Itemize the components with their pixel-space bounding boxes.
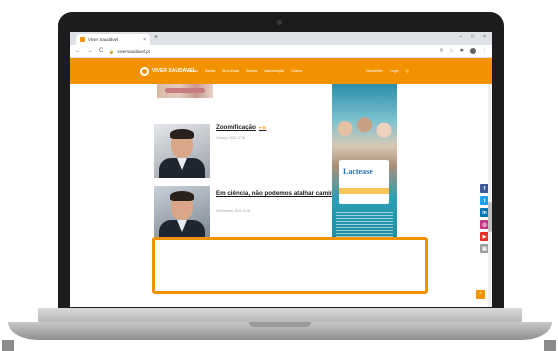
favicon-icon: [80, 37, 85, 42]
extensions-icon[interactable]: ✱: [460, 48, 464, 54]
window-controls: – □ ×: [459, 34, 486, 40]
likes-badge: ♥ 96: [258, 126, 267, 130]
article-thumbnail-cropped[interactable]: [157, 84, 213, 98]
profile-icon[interactable]: [470, 48, 476, 54]
article-date: 3 março, 2021 17:30: [216, 136, 246, 140]
right-nav: Newsletter Login Q: [366, 69, 409, 73]
site-header: VIVER SAUDÁVEL Notícias Saúde Bem-Estar …: [70, 58, 492, 84]
logo-icon: [140, 67, 149, 76]
laptop-mockup: Viver Saudável × + – □ × ← → C 🔒 viversa…: [0, 0, 558, 351]
browser-toolbar: ← → C 🔒 viversaudavel.pt ⚲ ☆ ✱ ⋮: [70, 45, 492, 58]
highlighted-ad-slot: [152, 237, 428, 294]
ad-banner[interactable]: Lactease: [332, 84, 397, 248]
maximize-icon[interactable]: □: [471, 34, 474, 40]
ad-brand: Lactease: [343, 167, 373, 176]
ad-product-box: Lactease: [339, 160, 389, 204]
back-icon[interactable]: ←: [75, 48, 81, 54]
site-search-icon[interactable]: Q: [406, 69, 409, 73]
nav-item-videos[interactable]: Vídeos: [291, 69, 302, 73]
scrollbar[interactable]: [488, 84, 492, 307]
nav-item-beleza[interactable]: Beleza: [246, 69, 257, 73]
scroll-to-top-button[interactable]: ^: [476, 290, 485, 299]
reload-icon[interactable]: C: [99, 48, 103, 54]
lock-icon: 🔒: [109, 48, 115, 54]
main-nav: Notícias Saúde Bem-Estar Beleza Alimenta…: [185, 69, 302, 73]
menu-icon[interactable]: ⋮: [482, 48, 487, 54]
forward-icon[interactable]: →: [87, 48, 93, 54]
article-date: 26 fevereiro, 2021 11:00: [216, 209, 251, 213]
laptop-lid: Viver Saudável × + – □ × ← → C 🔒 viversa…: [58, 12, 504, 312]
url-text: viversaudavel.pt: [117, 48, 150, 54]
article-thumbnail[interactable]: [154, 124, 210, 178]
nav-item-bem-estar[interactable]: Bem-Estar: [222, 69, 239, 73]
nav-item-login[interactable]: Login: [390, 69, 399, 73]
nav-item-noticias[interactable]: Notícias: [185, 69, 198, 73]
tab-close-icon[interactable]: ×: [143, 37, 146, 43]
search-icon[interactable]: ⚲: [440, 48, 444, 54]
scrollbar-thumb[interactable]: [488, 202, 492, 232]
ad-image: [332, 114, 397, 150]
address-bar[interactable]: 🔒 viversaudavel.pt: [109, 47, 439, 56]
minimize-icon[interactable]: –: [459, 34, 462, 40]
laptop-base: [0, 300, 558, 351]
new-tab-button[interactable]: +: [154, 34, 158, 41]
tab-title: Viver Saudável: [88, 37, 119, 42]
nav-item-newsletter[interactable]: Newsletter: [366, 69, 383, 73]
article-title-link[interactable]: Zoomificação ♥ 96: [216, 124, 266, 133]
webcam: [277, 20, 282, 25]
toolbar-actions: ⚲ ☆ ✱ ⋮: [440, 48, 487, 54]
trackpad-notch: [249, 322, 311, 327]
nav-item-saude[interactable]: Saúde: [205, 69, 215, 73]
nav-item-alimentacao[interactable]: Alimentação: [264, 69, 284, 73]
star-icon[interactable]: ☆: [449, 48, 453, 54]
close-window-icon[interactable]: ×: [483, 34, 486, 40]
article-thumbnail[interactable]: [154, 186, 210, 240]
tab-bar: Viver Saudável × + – □ ×: [70, 32, 492, 45]
browser-window: Viver Saudável × + – □ × ← → C 🔒 viversa…: [70, 32, 492, 307]
browser-tab[interactable]: Viver Saudável ×: [76, 34, 150, 45]
